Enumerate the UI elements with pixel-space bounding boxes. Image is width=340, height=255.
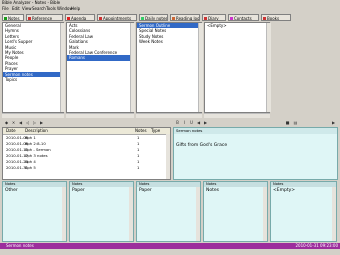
panel-header: Notes	[204, 182, 267, 187]
subcategory-list[interactable]: Acts Colossians Federal Law Galatians Ma…	[66, 22, 134, 113]
list-item[interactable]: <Empty>	[205, 23, 269, 28]
expand-icon[interactable]: ▶	[331, 120, 336, 125]
tab-books[interactable]: Books	[261, 14, 291, 21]
tab-notes[interactable]: Notes	[2, 14, 24, 21]
scrollbar[interactable]	[198, 23, 203, 112]
panel-header: Notes	[137, 182, 200, 187]
editor-toolbar: ◆ ✕ ◀ ◁ ▷ ▶ B I U ◀ ▶ ■ ▤ ▶	[0, 119, 340, 126]
last-icon[interactable]: ▶	[39, 120, 44, 125]
save-icon[interactable]: ■	[285, 120, 290, 125]
forward-icon[interactable]: ▶	[203, 120, 208, 125]
tab-reading-log[interactable]: Reading log	[170, 14, 200, 21]
panel-body[interactable]: Other	[5, 188, 18, 193]
note-text-body[interactable]: Gifts from God's Grace	[176, 143, 227, 148]
list-item[interactable]: Week Notes	[137, 39, 201, 44]
scrollbar[interactable]	[266, 23, 271, 112]
detail-panel[interactable]: Notes Other	[2, 181, 67, 242]
panel-body[interactable]: Paper	[139, 188, 152, 193]
table-header: Date Description Notes Type	[3, 128, 170, 135]
menu-file[interactable]: File	[2, 6, 9, 12]
back-icon[interactable]: ◀	[196, 120, 201, 125]
prev-icon[interactable]: ◁	[25, 120, 30, 125]
notes-icon	[4, 17, 7, 20]
scrollbar[interactable]	[62, 187, 66, 241]
menu-edit[interactable]: Edit	[12, 6, 20, 12]
reference-icon	[28, 17, 31, 20]
first-icon[interactable]: ◀	[18, 120, 23, 125]
diary-icon	[204, 17, 207, 20]
tab-agenda[interactable]: Agenda	[65, 14, 95, 21]
note-text-header: Sermon notes	[174, 128, 337, 134]
delete-icon[interactable]: ✕	[11, 120, 16, 125]
detail-panel[interactable]: Notes Paper	[136, 181, 201, 242]
horizontal-scrollbar[interactable]	[2, 113, 64, 118]
menu-view[interactable]: View	[22, 6, 32, 12]
menu-tools[interactable]: Tools	[46, 6, 56, 12]
contacts-icon	[230, 17, 233, 20]
scrollbar[interactable]	[196, 187, 200, 241]
panel-body[interactable]: Paper	[72, 188, 85, 193]
scrollbar[interactable]	[263, 187, 267, 241]
books-icon	[263, 17, 266, 20]
scrollbar[interactable]	[129, 187, 133, 241]
detail-panel[interactable]: Notes Paper	[69, 181, 134, 242]
print-icon[interactable]: ▤	[293, 120, 298, 125]
next-icon[interactable]: ▷	[32, 120, 37, 125]
window-bottom	[0, 249, 340, 255]
empty-list[interactable]: <Empty>	[204, 22, 270, 113]
underline-icon[interactable]: U	[189, 120, 194, 125]
notes-type-list[interactable]: Sermon Outline Special Notes Study Notes…	[136, 22, 202, 113]
tab-diary[interactable]: Diary	[202, 14, 226, 21]
note-text-panel[interactable]: Sermon notes Gifts from God's Grace	[173, 127, 338, 180]
column-header[interactable]: Type	[151, 128, 160, 134]
panel-header: Notes	[3, 182, 66, 187]
tab-bar: Notes Reference Agenda Appointments Dail…	[0, 13, 340, 22]
daily-notes-icon	[141, 17, 144, 20]
panel-body[interactable]: <Empty>	[273, 188, 295, 193]
panel-body[interactable]: Notes	[206, 188, 219, 193]
italic-icon[interactable]: I	[182, 120, 187, 125]
panel-header: Notes	[271, 182, 336, 187]
bold-icon[interactable]: B	[175, 120, 180, 125]
column-header[interactable]: Notes	[135, 128, 147, 134]
horizontal-scrollbar[interactable]	[66, 113, 134, 118]
scrollbar[interactable]	[130, 23, 135, 112]
tab-reference[interactable]: Reference	[26, 14, 63, 21]
panel-header: Notes	[70, 182, 133, 187]
horizontal-scrollbar[interactable]	[204, 113, 270, 118]
tab-appointments[interactable]: Appointments	[97, 14, 137, 21]
appointments-icon	[99, 17, 102, 20]
menu-bar: File Edit View Search Tools Window Help	[0, 6, 340, 12]
column-header[interactable]: Description	[25, 128, 48, 134]
tab-contacts[interactable]: Contacts	[228, 14, 259, 21]
horizontal-scrollbar[interactable]	[136, 113, 202, 118]
scrollbar[interactable]	[60, 23, 65, 112]
category-list[interactable]: General Hymns Letters Lord's Supper Musi…	[2, 22, 64, 113]
tab-daily-notes[interactable]: Daily notes	[139, 14, 168, 21]
list-item-selected[interactable]: Romans	[67, 55, 133, 61]
column-header[interactable]: Date	[6, 128, 16, 134]
table-row[interactable]: 2010-01-31 Eph 51	[3, 165, 163, 171]
menu-search[interactable]: Search	[32, 6, 46, 12]
scrollbar[interactable]	[166, 134, 170, 179]
new-icon[interactable]: ◆	[4, 120, 9, 125]
reading-log-icon	[172, 17, 175, 20]
detail-panel[interactable]: Notes Notes	[203, 181, 268, 242]
list-item[interactable]: Topics	[3, 77, 63, 82]
agenda-icon	[67, 17, 70, 20]
menu-help[interactable]: Help	[71, 6, 80, 12]
scrollbar[interactable]	[332, 187, 336, 241]
detail-panel[interactable]: Notes <Empty>	[270, 181, 337, 242]
notes-table[interactable]: Date Description Notes Type 2010-01-06 Ep…	[2, 127, 171, 180]
